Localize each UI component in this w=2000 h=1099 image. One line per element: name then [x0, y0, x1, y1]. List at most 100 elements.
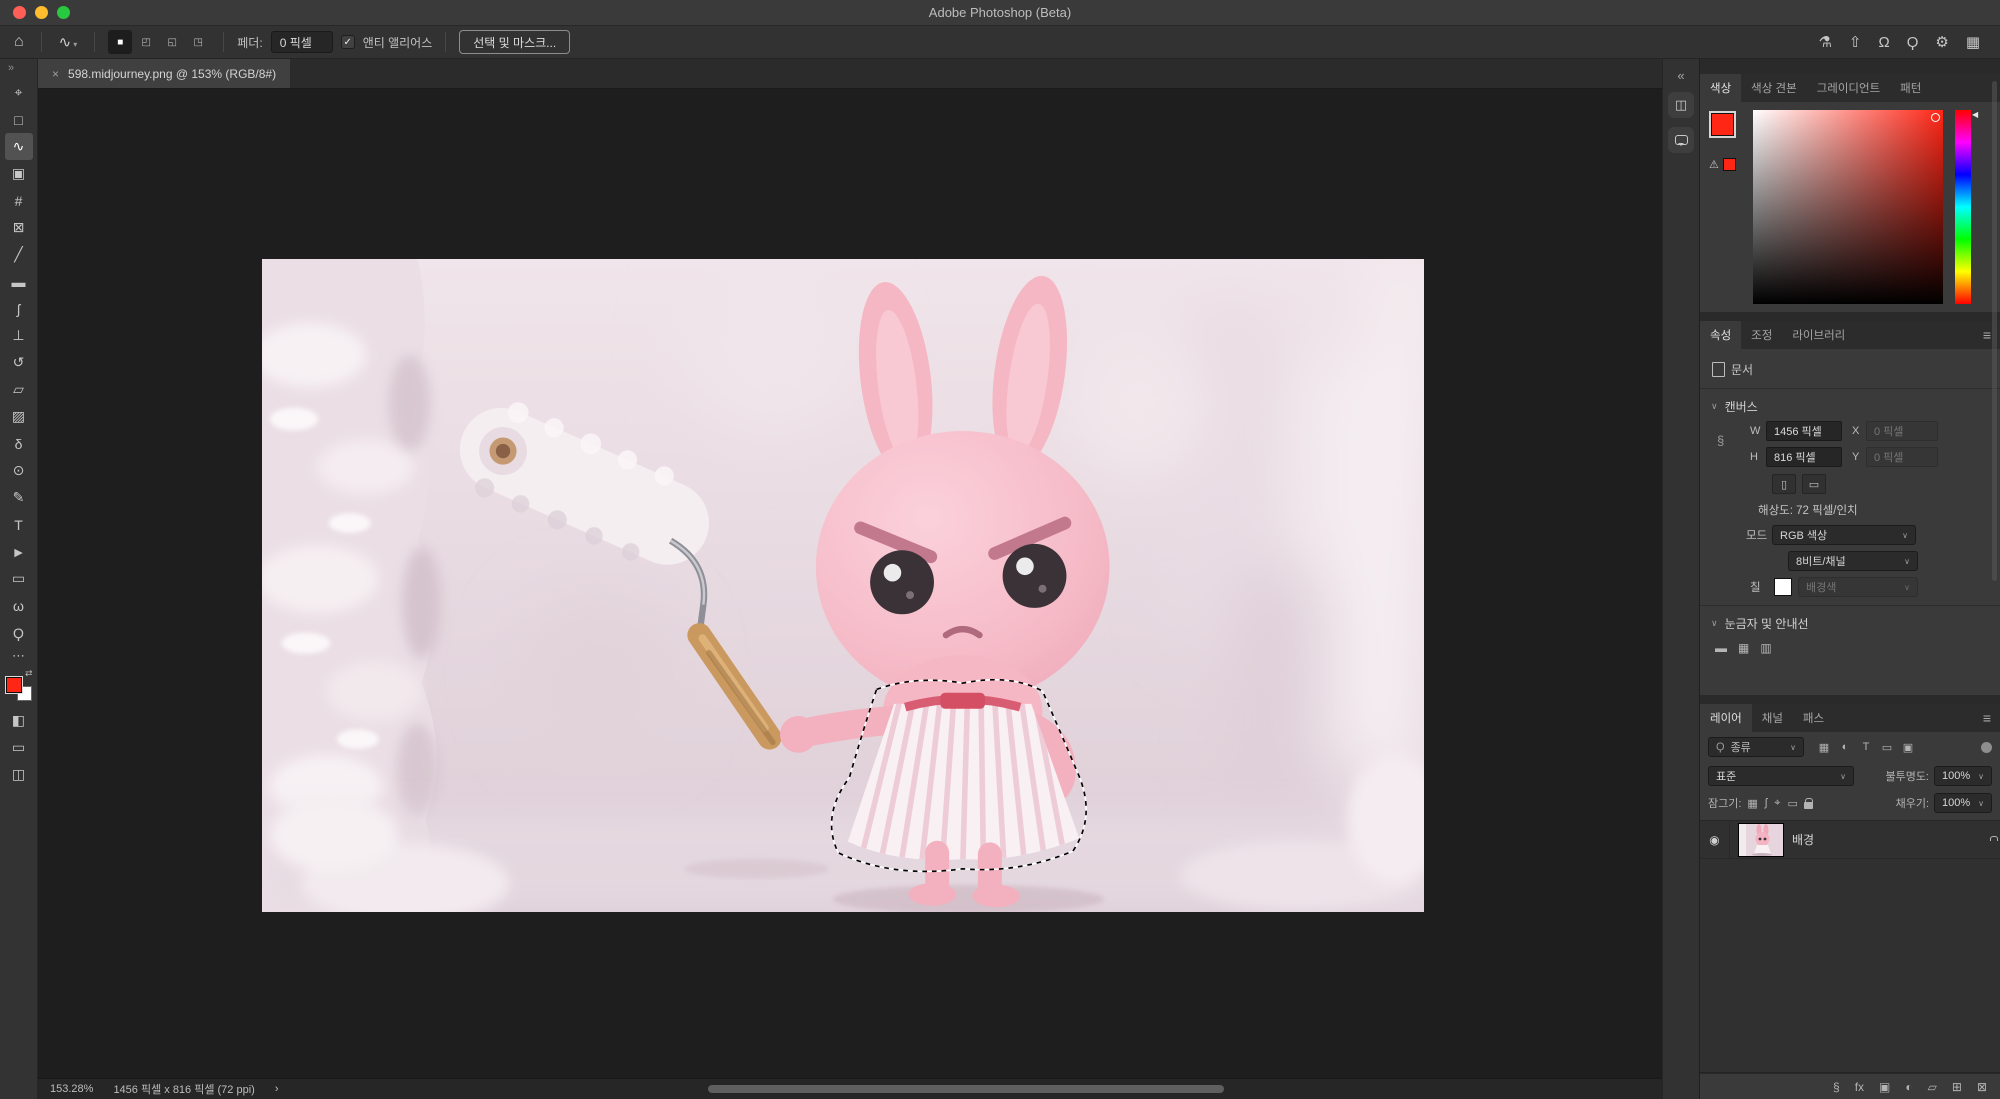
fill-opacity-input[interactable]: 100% ∨ — [1934, 793, 1992, 813]
blur-tool[interactable]: δ — [5, 430, 33, 457]
canvas-section-header[interactable]: ∨ 캔버스 — [1700, 394, 2000, 418]
width-input[interactable]: 1456 픽셀 — [1766, 421, 1842, 441]
move-tool[interactable]: ⌖ — [5, 79, 33, 106]
tab-paths[interactable]: 패스 — [1793, 704, 1834, 732]
path-selection-tool[interactable]: ► — [5, 538, 33, 565]
document-tab[interactable]: × 598.midjourney.png @ 153% (RGB/8#) — [38, 59, 290, 88]
filter-type-layers-icon[interactable]: T — [1858, 741, 1874, 754]
blend-mode-select[interactable]: 표준 ∨ — [1708, 766, 1854, 786]
intersect-selection-mode-button[interactable]: ◳ — [186, 30, 210, 54]
select-and-mask-button[interactable]: 선택 및 마스크... — [459, 30, 570, 54]
lock-artboard-icon[interactable]: ▭ — [1787, 797, 1797, 810]
panel-menu-icon[interactable]: ≡ — [1983, 710, 2000, 726]
landscape-orientation-button[interactable]: ▭ — [1802, 474, 1826, 494]
rectangular-marquee-tool[interactable]: □ — [5, 106, 33, 133]
rectangle-tool[interactable]: ▭ — [5, 565, 33, 592]
layer-filter-select[interactable]: Ϙ 종류 ∨ — [1708, 737, 1804, 757]
eraser-tool[interactable]: ▱ — [5, 376, 33, 403]
settings-gear-icon[interactable]: ⚙ — [1935, 33, 1948, 51]
color-mode-select[interactable]: RGB 색상 ∨ — [1772, 525, 1916, 545]
frame-tool[interactable]: ⊠ — [5, 214, 33, 241]
share-icon[interactable]: ⇧ — [1849, 33, 1862, 51]
zoom-window-button[interactable] — [57, 6, 70, 19]
filter-smart-objects-icon[interactable]: ▣ — [1900, 741, 1916, 754]
new-adjustment-layer-icon[interactable]: ◐ — [1905, 1080, 1912, 1094]
tab-patterns[interactable]: 패턴 — [1890, 74, 1931, 102]
foreground-color-swatch[interactable] — [1711, 113, 1734, 136]
portrait-orientation-button[interactable]: ▯ — [1772, 474, 1796, 494]
x-input[interactable]: 0 픽셀 — [1866, 421, 1938, 441]
lock-all-icon[interactable] — [1804, 802, 1813, 809]
tab-properties[interactable]: 속성 — [1700, 321, 1741, 349]
pen-tool[interactable]: ✎ — [5, 484, 33, 511]
add-layer-mask-icon[interactable]: ▣ — [1879, 1080, 1890, 1094]
status-chevron-icon[interactable]: › — [275, 1083, 279, 1095]
history-brush-tool[interactable]: ↺ — [5, 349, 33, 376]
subtract-selection-mode-button[interactable]: ◱ — [160, 30, 184, 54]
collapse-panels-icon[interactable]: « — [1677, 68, 1684, 83]
gradient-tool[interactable]: ▨ — [5, 403, 33, 430]
current-tool-preset[interactable]: ∿ ▾ — [55, 33, 82, 51]
version-history-icon[interactable]: ◫ — [1668, 92, 1694, 118]
horizontal-scrollbar[interactable] — [708, 1085, 1224, 1093]
layer-row-background[interactable]: ◉ — [1700, 821, 2000, 859]
close-window-button[interactable] — [13, 6, 26, 19]
tab-channels[interactable]: 채널 — [1752, 704, 1793, 732]
filter-toggle-icon[interactable] — [1981, 742, 1992, 753]
clone-stamp-tool[interactable]: ⊥ — [5, 322, 33, 349]
tab-color[interactable]: 색상 — [1700, 74, 1741, 102]
fill-select[interactable]: 배경색 ∨ — [1798, 577, 1918, 597]
link-layers-icon[interactable]: § — [1833, 1080, 1840, 1094]
canvas-image[interactable] — [262, 259, 1424, 912]
close-tab-icon[interactable]: × — [52, 67, 59, 81]
foreground-color-swatch[interactable] — [6, 677, 22, 693]
height-input[interactable]: 816 픽셀 — [1766, 447, 1842, 467]
eyedropper-tool[interactable]: ╱ — [5, 241, 33, 268]
hue-slider[interactable] — [1955, 110, 1971, 304]
crop-tool[interactable]: # — [5, 187, 33, 214]
filter-shape-layers-icon[interactable]: ▭ — [1879, 741, 1895, 754]
guides-section-header[interactable]: ∨ 눈금자 및 안내선 — [1700, 611, 2000, 635]
object-selection-tool[interactable]: ▣ — [5, 160, 33, 187]
swap-colors-icon[interactable]: ⇄ — [25, 668, 33, 679]
feather-input[interactable]: 0 픽셀 — [271, 31, 333, 53]
y-input[interactable]: 0 픽셀 — [1866, 447, 1938, 467]
minimize-window-button[interactable] — [35, 6, 48, 19]
opacity-input[interactable]: 100% ∨ — [1934, 766, 1992, 786]
zoom-tool[interactable]: Ϙ — [5, 619, 33, 646]
link-dimensions-icon[interactable]: § — [1717, 433, 1724, 448]
brush-tool[interactable]: ʃ — [5, 295, 33, 322]
add-selection-mode-button[interactable]: ◰ — [134, 30, 158, 54]
tab-gradients[interactable]: 그레이디언트 — [1807, 74, 1890, 102]
fill-color-chip[interactable] — [1774, 578, 1792, 596]
home-icon[interactable]: ⌂ — [10, 34, 28, 50]
layer-effects-icon[interactable]: fx — [1855, 1080, 1864, 1094]
beaker-icon[interactable]: ⚗ — [1818, 33, 1831, 51]
rulers-icon[interactable]: ▬ — [1715, 641, 1727, 655]
healing-brush-tool[interactable]: ▬ — [5, 268, 33, 295]
guides-icon[interactable]: ▦ — [1738, 641, 1749, 655]
tab-swatches[interactable]: 색상 견본 — [1741, 74, 1807, 102]
workspace-icon[interactable]: ▦ — [1966, 33, 1980, 51]
comments-icon[interactable] — [1668, 127, 1694, 153]
toolbar-expand-icon[interactable]: » — [0, 62, 14, 79]
lasso-tool[interactable]: ∿ — [5, 133, 33, 160]
new-group-icon[interactable]: ▱ — [1928, 1080, 1937, 1094]
filter-adjustment-layers-icon[interactable]: ◐ — [1837, 741, 1853, 754]
new-selection-mode-button[interactable]: ■ — [108, 30, 132, 54]
bit-depth-select[interactable]: 8비트/채널 ∨ — [1788, 551, 1918, 571]
search-icon[interactable]: Ϙ — [1907, 34, 1919, 51]
new-layer-icon[interactable]: ⊞ — [1952, 1080, 1962, 1094]
lock-position-icon[interactable]: ⌖ — [1774, 797, 1780, 810]
notifications-bell-icon[interactable]: Ω — [1878, 34, 1889, 51]
quick-mask-button[interactable]: ◧ — [5, 707, 33, 734]
zoom-level[interactable]: 153.28% — [50, 1083, 93, 1095]
lock-pixels-icon[interactable]: ʃ — [1765, 797, 1767, 809]
layer-thumbnail[interactable] — [1739, 824, 1783, 856]
color-field[interactable] — [1753, 110, 1943, 304]
layer-visibility-toggle[interactable]: ◉ — [1700, 821, 1730, 858]
type-tool[interactable]: T — [5, 511, 33, 538]
tab-adjustments[interactable]: 조정 — [1741, 321, 1782, 349]
screen-mode-button[interactable]: ▭ — [5, 734, 33, 761]
lock-transparency-icon[interactable]: ▦ — [1747, 797, 1757, 810]
